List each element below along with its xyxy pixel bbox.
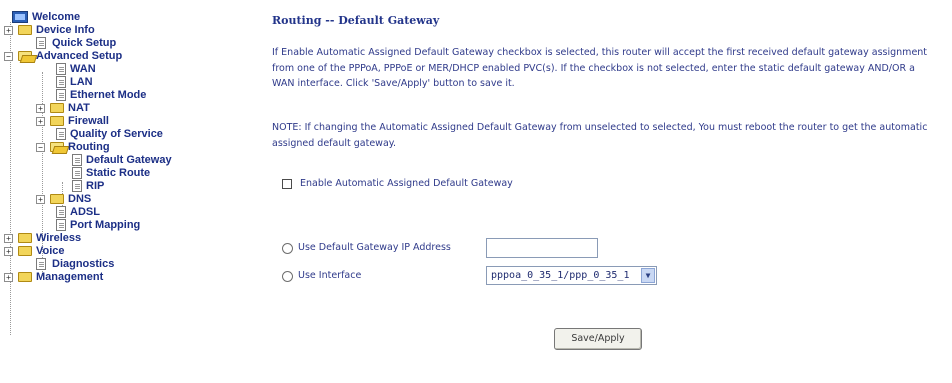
nav-label: ADSL — [70, 206, 100, 218]
save-apply-button[interactable]: Save/Apply — [554, 328, 642, 350]
page-icon — [72, 180, 82, 192]
nav-label: Advanced Setup — [36, 50, 123, 62]
interface-select[interactable]: pppoa_0_35_1/ppp_0_35_1 ▼ — [486, 266, 657, 285]
page-icon — [56, 128, 66, 140]
nav-label: Port Mapping — [70, 219, 141, 231]
gateway-ip-input[interactable] — [486, 238, 598, 258]
page-icon — [36, 37, 46, 49]
nav-label: Default Gateway — [86, 154, 172, 166]
expand-icon[interactable]: + — [36, 104, 45, 113]
use-interface-label: Use Interface — [298, 270, 362, 281]
page-icon — [56, 206, 66, 218]
nav-label: DNS — [68, 193, 92, 205]
computer-icon — [12, 11, 28, 23]
intro-text: If Enable Automatic Assigned Default Gat… — [272, 47, 928, 89]
nav-label: Voice — [36, 245, 65, 257]
chevron-down-icon[interactable]: ▼ — [641, 268, 655, 283]
page-title: Routing -- Default Gateway — [272, 14, 440, 27]
page-icon — [72, 167, 82, 179]
nav-label: RIP — [86, 180, 105, 192]
page-icon — [56, 219, 66, 231]
nav-label: Quality of Service — [70, 128, 163, 140]
folder-icon — [18, 25, 32, 35]
page-icon — [36, 258, 46, 270]
nav-label: Device Info — [36, 24, 95, 36]
expand-icon[interactable]: + — [4, 273, 13, 282]
nav-label: Ethernet Mode — [70, 89, 147, 101]
folder-icon — [50, 116, 64, 126]
folder-icon — [50, 103, 64, 113]
folder-icon — [18, 246, 32, 256]
main-content: Routing -- Default Gateway If Enable Aut… — [272, 0, 942, 383]
nav-label: Quick Setup — [52, 37, 117, 49]
page-icon — [56, 89, 66, 101]
expand-icon[interactable]: + — [4, 26, 13, 35]
open-folder-icon — [18, 51, 32, 61]
page-icon — [72, 154, 82, 166]
navigation-tree: Welcome + Device Info Quick Setup − Adva… — [0, 0, 230, 383]
expand-icon[interactable]: + — [4, 234, 13, 243]
use-gateway-ip-radio[interactable] — [282, 243, 293, 254]
collapse-icon[interactable]: − — [36, 143, 45, 152]
page-icon — [56, 76, 66, 88]
enable-auto-gateway-label: Enable Automatic Assigned Default Gatewa… — [300, 178, 513, 189]
page-icon — [56, 63, 66, 75]
use-gateway-ip-label: Use Default Gateway IP Address — [298, 242, 451, 253]
folder-icon — [50, 194, 64, 204]
nav-label: Wireless — [36, 232, 82, 244]
collapse-icon[interactable]: − — [4, 52, 13, 61]
open-folder-icon — [50, 142, 64, 152]
nav-label: Management — [36, 271, 104, 283]
folder-icon — [18, 272, 32, 282]
expand-icon[interactable]: + — [36, 117, 45, 126]
use-interface-radio[interactable] — [282, 271, 293, 282]
enable-auto-gateway-checkbox[interactable] — [282, 179, 292, 189]
nav-label: NAT — [68, 102, 90, 114]
nav-label: Static Route — [86, 167, 151, 179]
expand-icon[interactable]: + — [36, 195, 45, 204]
interface-selected-value: pppoa_0_35_1/ppp_0_35_1 — [491, 270, 630, 281]
expand-icon[interactable]: + — [4, 247, 13, 256]
nav-label: Routing — [68, 141, 110, 153]
note-text: NOTE: If changing the Automatic Assigned… — [272, 122, 928, 149]
nav-label: Firewall — [68, 115, 109, 127]
nav-label: Diagnostics — [52, 258, 115, 270]
nav-label: Welcome — [32, 11, 81, 23]
folder-icon — [18, 233, 32, 243]
tree-guide-line — [10, 22, 11, 335]
nav-label: LAN — [70, 76, 93, 88]
nav-label: WAN — [70, 63, 96, 75]
